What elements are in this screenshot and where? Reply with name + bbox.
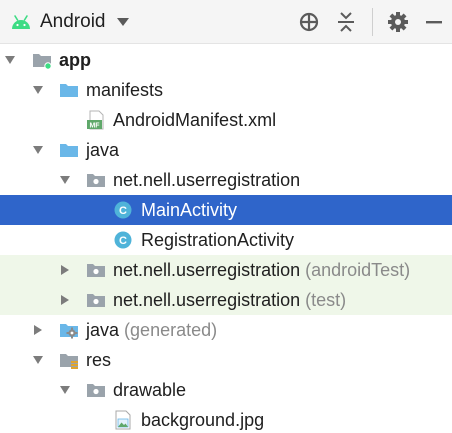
chevron-right-icon[interactable] [60,295,70,305]
tree-row-manifests[interactable]: manifests [0,75,452,105]
collapse-all-icon [338,12,354,32]
tree-row-package-test[interactable]: net.nell.userregistration (test) [0,285,452,315]
tree-row-label: net.nell.userregistration [113,290,301,310]
class-icon: C [114,231,132,249]
tree-row-label: MainActivity [141,200,238,220]
svg-text:C: C [119,205,127,217]
package-icon [87,294,105,307]
chevron-down-icon [116,18,129,26]
chevron-down-icon[interactable] [60,175,70,185]
tree-row-package-main[interactable]: net.nell.userregistration [0,165,452,195]
crosshair-icon [299,12,319,32]
folder-icon [60,144,78,157]
package-icon [87,384,105,397]
view-selector-dropdown[interactable]: Android [10,6,129,38]
tree-row-mainactivity[interactable]: C MainActivity [0,195,452,225]
tree-row-label: manifests [86,80,164,100]
project-toolbar: Android [0,0,452,44]
chevron-down-icon[interactable] [33,145,43,155]
tree-row-text: java (generated) [86,319,217,341]
tree-row-background-jpg[interactable]: background.jpg [0,405,452,433]
manifest-file-icon: MF [87,110,104,130]
collapse-all-button[interactable] [334,10,358,34]
tree-row-registrationactivity[interactable]: C RegistrationActivity [0,225,452,255]
res-folder-icon [60,354,78,369]
tree-row-androidmanifest[interactable]: MF AndroidManifest.xml [0,105,452,135]
tree-row-java[interactable]: java [0,135,452,165]
toolbar-separator [372,8,373,36]
svg-text:MF: MF [89,123,100,130]
svg-text:C: C [119,235,127,247]
locate-file-button[interactable] [297,10,321,34]
chevron-right-icon[interactable] [60,265,70,275]
tree-row-label: app [59,50,92,70]
chevron-down-icon[interactable] [33,85,43,95]
folder-icon [60,84,78,97]
tree-row-res[interactable]: res [0,345,452,375]
class-icon: C [114,201,132,219]
module-folder-icon [33,54,52,70]
tree-row-label: AndroidManifest.xml [113,110,277,130]
tree-row-label: drawable [113,380,187,400]
tree-row-text: net.nell.userregistration (test) [113,289,346,311]
tree-row-drawable[interactable]: drawable [0,375,452,405]
package-icon [87,174,105,187]
tree-row-suffix: (androidTest) [305,260,411,280]
tree-row-label: net.nell.userregistration [113,260,301,280]
generated-folder-icon [60,324,78,339]
chevron-right-icon[interactable] [33,325,43,335]
chevron-down-icon[interactable] [33,355,43,365]
package-icon [87,264,105,277]
tree-row-label: java [86,140,120,160]
minimize-icon [426,21,442,24]
view-selector-label: Android [40,11,106,32]
chevron-down-icon[interactable] [5,55,15,65]
project-tree: app manifests MF AndroidManifest.xml jav… [0,44,452,433]
image-file-icon [115,410,131,430]
hide-panel-button[interactable] [422,10,446,34]
chevron-down-icon[interactable] [60,385,70,395]
gear-icon [388,12,408,32]
tree-row-label: background.jpg [141,410,265,430]
tree-row-java-generated[interactable]: java (generated) [0,315,452,345]
tree-row-label: java [86,320,120,340]
tree-row-suffix: (test) [305,290,347,310]
tree-row-package-androidtest[interactable]: net.nell.userregistration (androidTest) [0,255,452,285]
project-tool-window: Android app manifests MF AndroidManifest… [0,0,452,433]
android-icon [12,15,30,29]
tree-row-app[interactable]: app [0,45,452,75]
tree-row-text: net.nell.userregistration (androidTest) [113,259,410,281]
tree-row-suffix: (generated) [124,320,218,340]
tree-row-label: RegistrationActivity [141,230,295,250]
tree-row-label: res [86,350,112,370]
tree-row-label: net.nell.userregistration [113,170,301,190]
settings-button[interactable] [386,10,410,34]
